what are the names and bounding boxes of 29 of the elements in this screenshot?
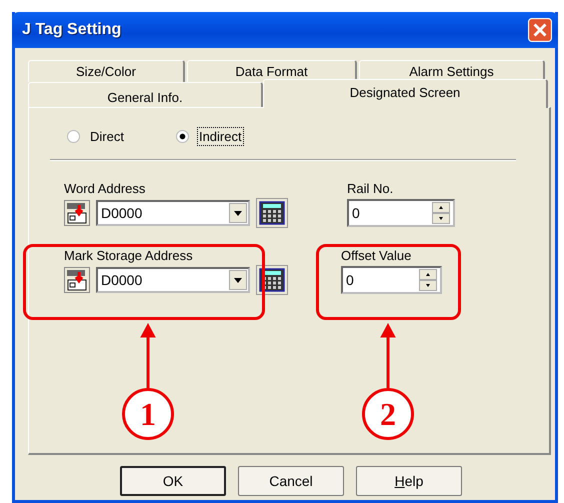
dialog-button[interactable]: OK: [120, 466, 226, 496]
number-spinner[interactable]: 0: [347, 199, 455, 227]
up-arrow: [379, 322, 397, 388]
dialog-button[interactable]: Help: [356, 466, 462, 496]
dialog-button[interactable]: Cancel: [238, 466, 344, 496]
field-label: Mark Storage Address: [64, 248, 194, 265]
address-icon[interactable]: [64, 267, 90, 293]
radio-label[interactable]: Indirect: [196, 126, 244, 146]
calculator-icon[interactable]: [256, 198, 288, 228]
radio-button[interactable]: [176, 130, 189, 142]
address-dropdown[interactable]: D0000: [96, 200, 250, 226]
close-icon[interactable]: [528, 18, 552, 42]
window-title: J Tag Setting: [22, 21, 122, 39]
number-spinner[interactable]: 0: [341, 266, 442, 294]
radio-label[interactable]: Direct: [88, 126, 126, 146]
radio-button[interactable]: [67, 130, 80, 142]
calculator-icon[interactable]: [256, 265, 288, 295]
address-dropdown[interactable]: D0000: [96, 267, 250, 293]
callout-number: 1: [122, 388, 174, 440]
field-label: Rail No.: [347, 181, 394, 198]
field-label: Word Address: [64, 181, 146, 198]
up-arrow: [139, 322, 157, 388]
tab[interactable]: Size/Color: [28, 60, 185, 82]
spin-arrows-icon[interactable]: [432, 202, 450, 224]
callout-number: 2: [362, 388, 414, 440]
tab[interactable]: Designated Screen: [263, 79, 548, 108]
spin-arrows-icon[interactable]: [419, 269, 437, 291]
address-icon[interactable]: [64, 200, 90, 226]
field-label: Offset Value: [341, 248, 412, 265]
